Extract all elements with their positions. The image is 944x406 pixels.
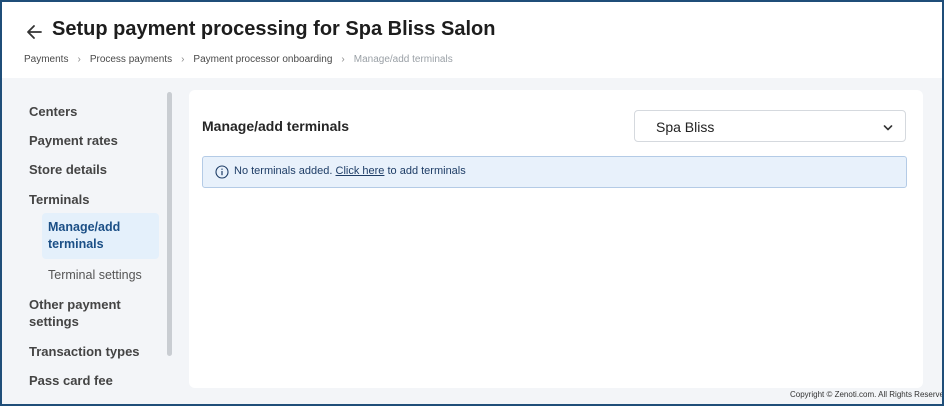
sidebar-item-terminals[interactable]: Terminals <box>29 191 89 208</box>
breadcrumb-payments[interactable]: Payments <box>24 54 68 65</box>
sidebar-item-centers[interactable]: Centers <box>29 103 77 120</box>
sidebar-item-store-details[interactable]: Store details <box>29 161 107 178</box>
copyright-text: Copyright © Zenoti.com. All Rights Reser… <box>790 390 944 399</box>
alert-suffix: to add terminals <box>387 165 466 177</box>
breadcrumb-processor-onboarding[interactable]: Payment processor onboarding <box>193 54 332 65</box>
breadcrumb-chevron-icon: › <box>181 53 185 65</box>
sidebar-item-manage-add-terminals[interactable]: Manage/add terminals <box>42 213 159 259</box>
page-title: Setup payment processing for Spa Bliss S… <box>52 18 496 40</box>
center-select[interactable]: Spa Bliss <box>634 110 906 142</box>
sidebar-item-other-payment-settings[interactable]: Other payment settings <box>29 296 139 330</box>
breadcrumb: Payments › Process payments › Payment pr… <box>24 52 453 66</box>
center-select-value: Spa Bliss <box>656 119 715 135</box>
info-icon <box>215 165 229 179</box>
sidebar-item-label: Manage/add terminals <box>48 220 121 251</box>
back-arrow-icon[interactable] <box>24 20 46 44</box>
no-terminals-alert: No terminals added. Click here to add te… <box>202 156 907 188</box>
breadcrumb-chevron-icon: › <box>77 53 81 65</box>
breadcrumb-current: Manage/add terminals <box>353 53 453 65</box>
click-here-link[interactable]: Click here <box>336 165 385 177</box>
breadcrumb-process-payments[interactable]: Process payments <box>90 54 172 65</box>
main-card: Manage/add terminals Spa Bliss No termin… <box>189 90 923 388</box>
section-title: Manage/add terminals <box>202 118 350 134</box>
breadcrumb-chevron-icon: › <box>341 53 345 65</box>
chevron-down-icon <box>883 120 893 131</box>
sidebar-item-pass-card-fee[interactable]: Pass card fee <box>29 372 113 389</box>
sidebar-nav: Centers Payment rates Store details Term… <box>22 92 172 404</box>
app-frame: Setup payment processing for Spa Bliss S… <box>0 0 944 406</box>
alert-prefix: No terminals added. <box>234 165 333 177</box>
sidebar-item-terminal-settings[interactable]: Terminal settings <box>48 267 142 284</box>
sidebar-item-transaction-types[interactable]: Transaction types <box>29 343 140 360</box>
sidebar-scrollbar[interactable] <box>167 92 172 356</box>
alert-message: No terminals added. Click here to add te… <box>234 165 466 177</box>
page-header: Setup payment processing for Spa Bliss S… <box>2 2 942 78</box>
sidebar-item-payment-rates[interactable]: Payment rates <box>29 132 118 149</box>
